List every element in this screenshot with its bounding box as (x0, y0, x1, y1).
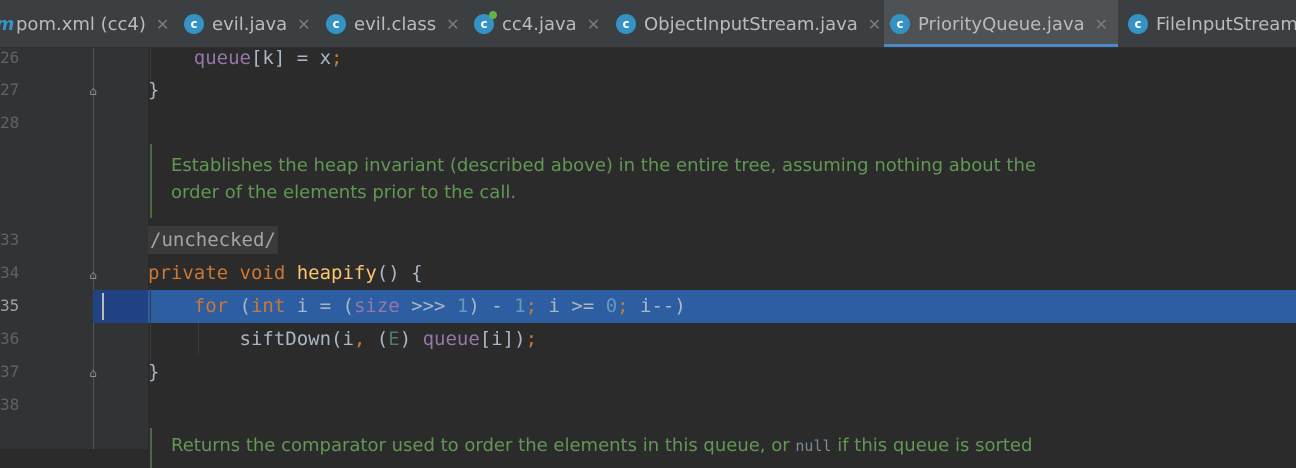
class-icon: c (184, 14, 204, 34)
close-icon[interactable]: ✕ (446, 15, 459, 34)
line-number: 34 (0, 263, 20, 282)
tab-priorityqueue-java[interactable]: c PriorityQueue.java ✕ (884, 0, 1118, 47)
line-number-current: 35 (0, 296, 20, 315)
tab-fileinputstream[interactable]: c FileInputStream (1122, 0, 1296, 47)
suppress-warnings-annotation[interactable]: /unchecked/ (148, 226, 278, 254)
close-icon[interactable]: ✕ (587, 15, 600, 34)
code-line: } (148, 79, 160, 101)
editor-tab-bar: m pom.xml (cc4) ✕ c evil.java ✕ c evil.c… (0, 0, 1296, 48)
code-line: queue[k] = x; (193, 47, 343, 69)
class-modified-icon: c (474, 11, 497, 34)
close-icon[interactable]: ✕ (868, 15, 881, 34)
line-number: 33 (0, 230, 20, 249)
doc-comment-line: Establishes the heap invariant (describe… (171, 155, 1036, 176)
line-number: 37 (0, 362, 20, 381)
rendered-doc-comment[interactable]: Returns the comparator used to order the… (148, 428, 1296, 468)
code-line-current: for (int i = (size >>> 1) - 1; i >= 0; i… (193, 295, 686, 317)
fold-end-icon[interactable]: ⌂ (86, 366, 100, 380)
tab-cc4-java[interactable]: c cc4.java ✕ (468, 0, 606, 47)
close-icon[interactable]: ✕ (297, 15, 310, 34)
tab-evil-class[interactable]: c evil.class ✕ (320, 0, 462, 47)
fold-end-icon[interactable]: ⌂ (86, 84, 100, 98)
close-icon[interactable]: ✕ (156, 15, 169, 34)
tab-label: cc4.java (502, 13, 577, 35)
line-number: 27 (0, 80, 20, 99)
tab-objectinputstream-java[interactable]: c ObjectInputStream.java ✕ (610, 0, 882, 47)
line-number-gutter: 26 27 28 33 34 35 36 37 38 (0, 48, 148, 449)
class-icon: c (326, 14, 346, 34)
code-line: /unchecked/ (148, 224, 1296, 256)
tab-evil-java[interactable]: c evil.java ✕ (178, 0, 312, 47)
code-line: private void heapify() { (148, 262, 423, 284)
tab-label: pom.xml (cc4) (16, 13, 146, 35)
close-icon[interactable]: ✕ (1095, 15, 1108, 34)
tab-label: evil.class (354, 13, 437, 35)
class-icon: c (1128, 14, 1148, 34)
tab-pom-xml[interactable]: m pom.xml (cc4) ✕ (0, 0, 170, 47)
code-line: siftDown(i, (E) queue[i]); (239, 328, 538, 350)
maven-icon: m (0, 14, 14, 35)
fold-start-icon[interactable]: ⌂ (86, 268, 100, 282)
line-number: 26 (0, 48, 20, 67)
line-number: 36 (0, 329, 20, 348)
class-icon: c (616, 14, 636, 34)
code-line: } (148, 361, 160, 383)
tab-label: PriorityQueue.java (918, 13, 1085, 35)
line-number: 28 (0, 113, 20, 132)
caret (102, 293, 104, 320)
class-icon: c (890, 14, 910, 34)
tab-label: evil.java (212, 13, 288, 35)
doc-comment-line: Returns the comparator used to order the… (171, 435, 1033, 456)
fold-guide (93, 48, 94, 449)
tab-label: FileInputStream (1156, 13, 1296, 35)
doc-comment-line: order of the elements prior to the call. (171, 182, 517, 203)
code-editor[interactable]: queue[k] = x; } Establishes the heap inv… (148, 47, 1296, 468)
rendered-doc-comment[interactable]: Establishes the heap invariant (describe… (148, 144, 1296, 218)
line-number: 38 (0, 395, 20, 414)
tab-label: ObjectInputStream.java (644, 13, 858, 35)
